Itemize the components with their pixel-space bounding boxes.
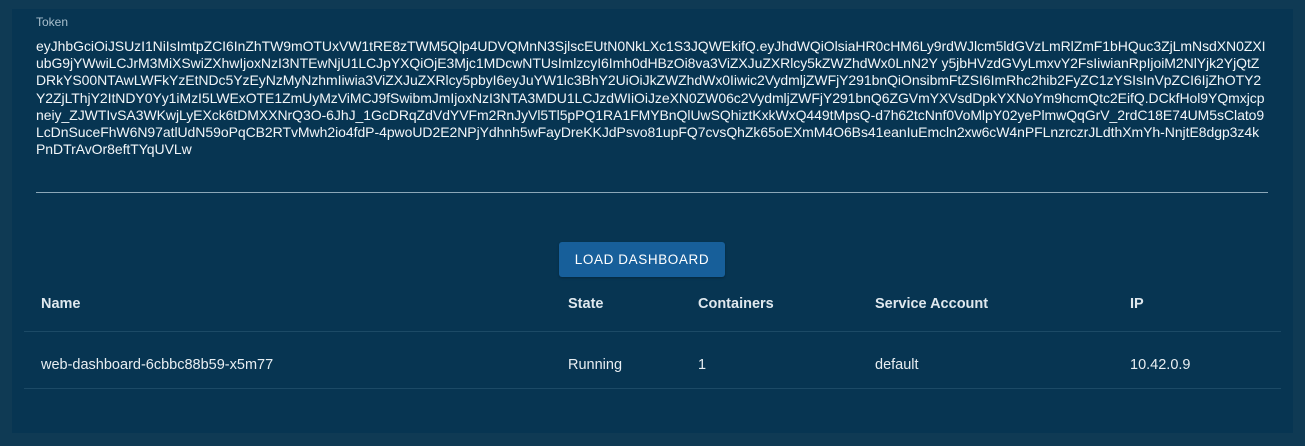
token-label: Token: [36, 15, 69, 29]
pod-state: Running: [568, 357, 623, 373]
pods-table: Name State Containers Service Account IP…: [24, 284, 1281, 389]
column-header-name: Name: [41, 296, 81, 312]
table-header-row: Name State Containers Service Account IP: [24, 284, 1281, 332]
token-panel: Token eyJhbGciOiJSUzI1NiIsImtpZCI6InZhTW…: [12, 9, 1293, 433]
column-header-state: State: [568, 296, 604, 312]
load-dashboard-button[interactable]: LOAD DASHBOARD: [559, 242, 725, 277]
pod-containers: 1: [698, 357, 707, 373]
table-row: web-dashboard-6cbbc88b59-x5m77 Running 1…: [24, 332, 1281, 389]
token-input-underline: [36, 192, 1268, 193]
column-header-ip: IP: [1130, 296, 1144, 312]
pod-service-account: default: [875, 357, 919, 373]
token-input[interactable]: eyJhbGciOiJSUzI1NiIsImtpZCI6InZhTW9mOTUx…: [36, 38, 1268, 158]
pod-ip: 10.42.0.9: [1130, 357, 1191, 373]
column-header-service-account: Service Account: [875, 296, 989, 312]
pod-name: web-dashboard-6cbbc88b59-x5m77: [41, 357, 274, 373]
column-header-containers: Containers: [698, 296, 774, 312]
